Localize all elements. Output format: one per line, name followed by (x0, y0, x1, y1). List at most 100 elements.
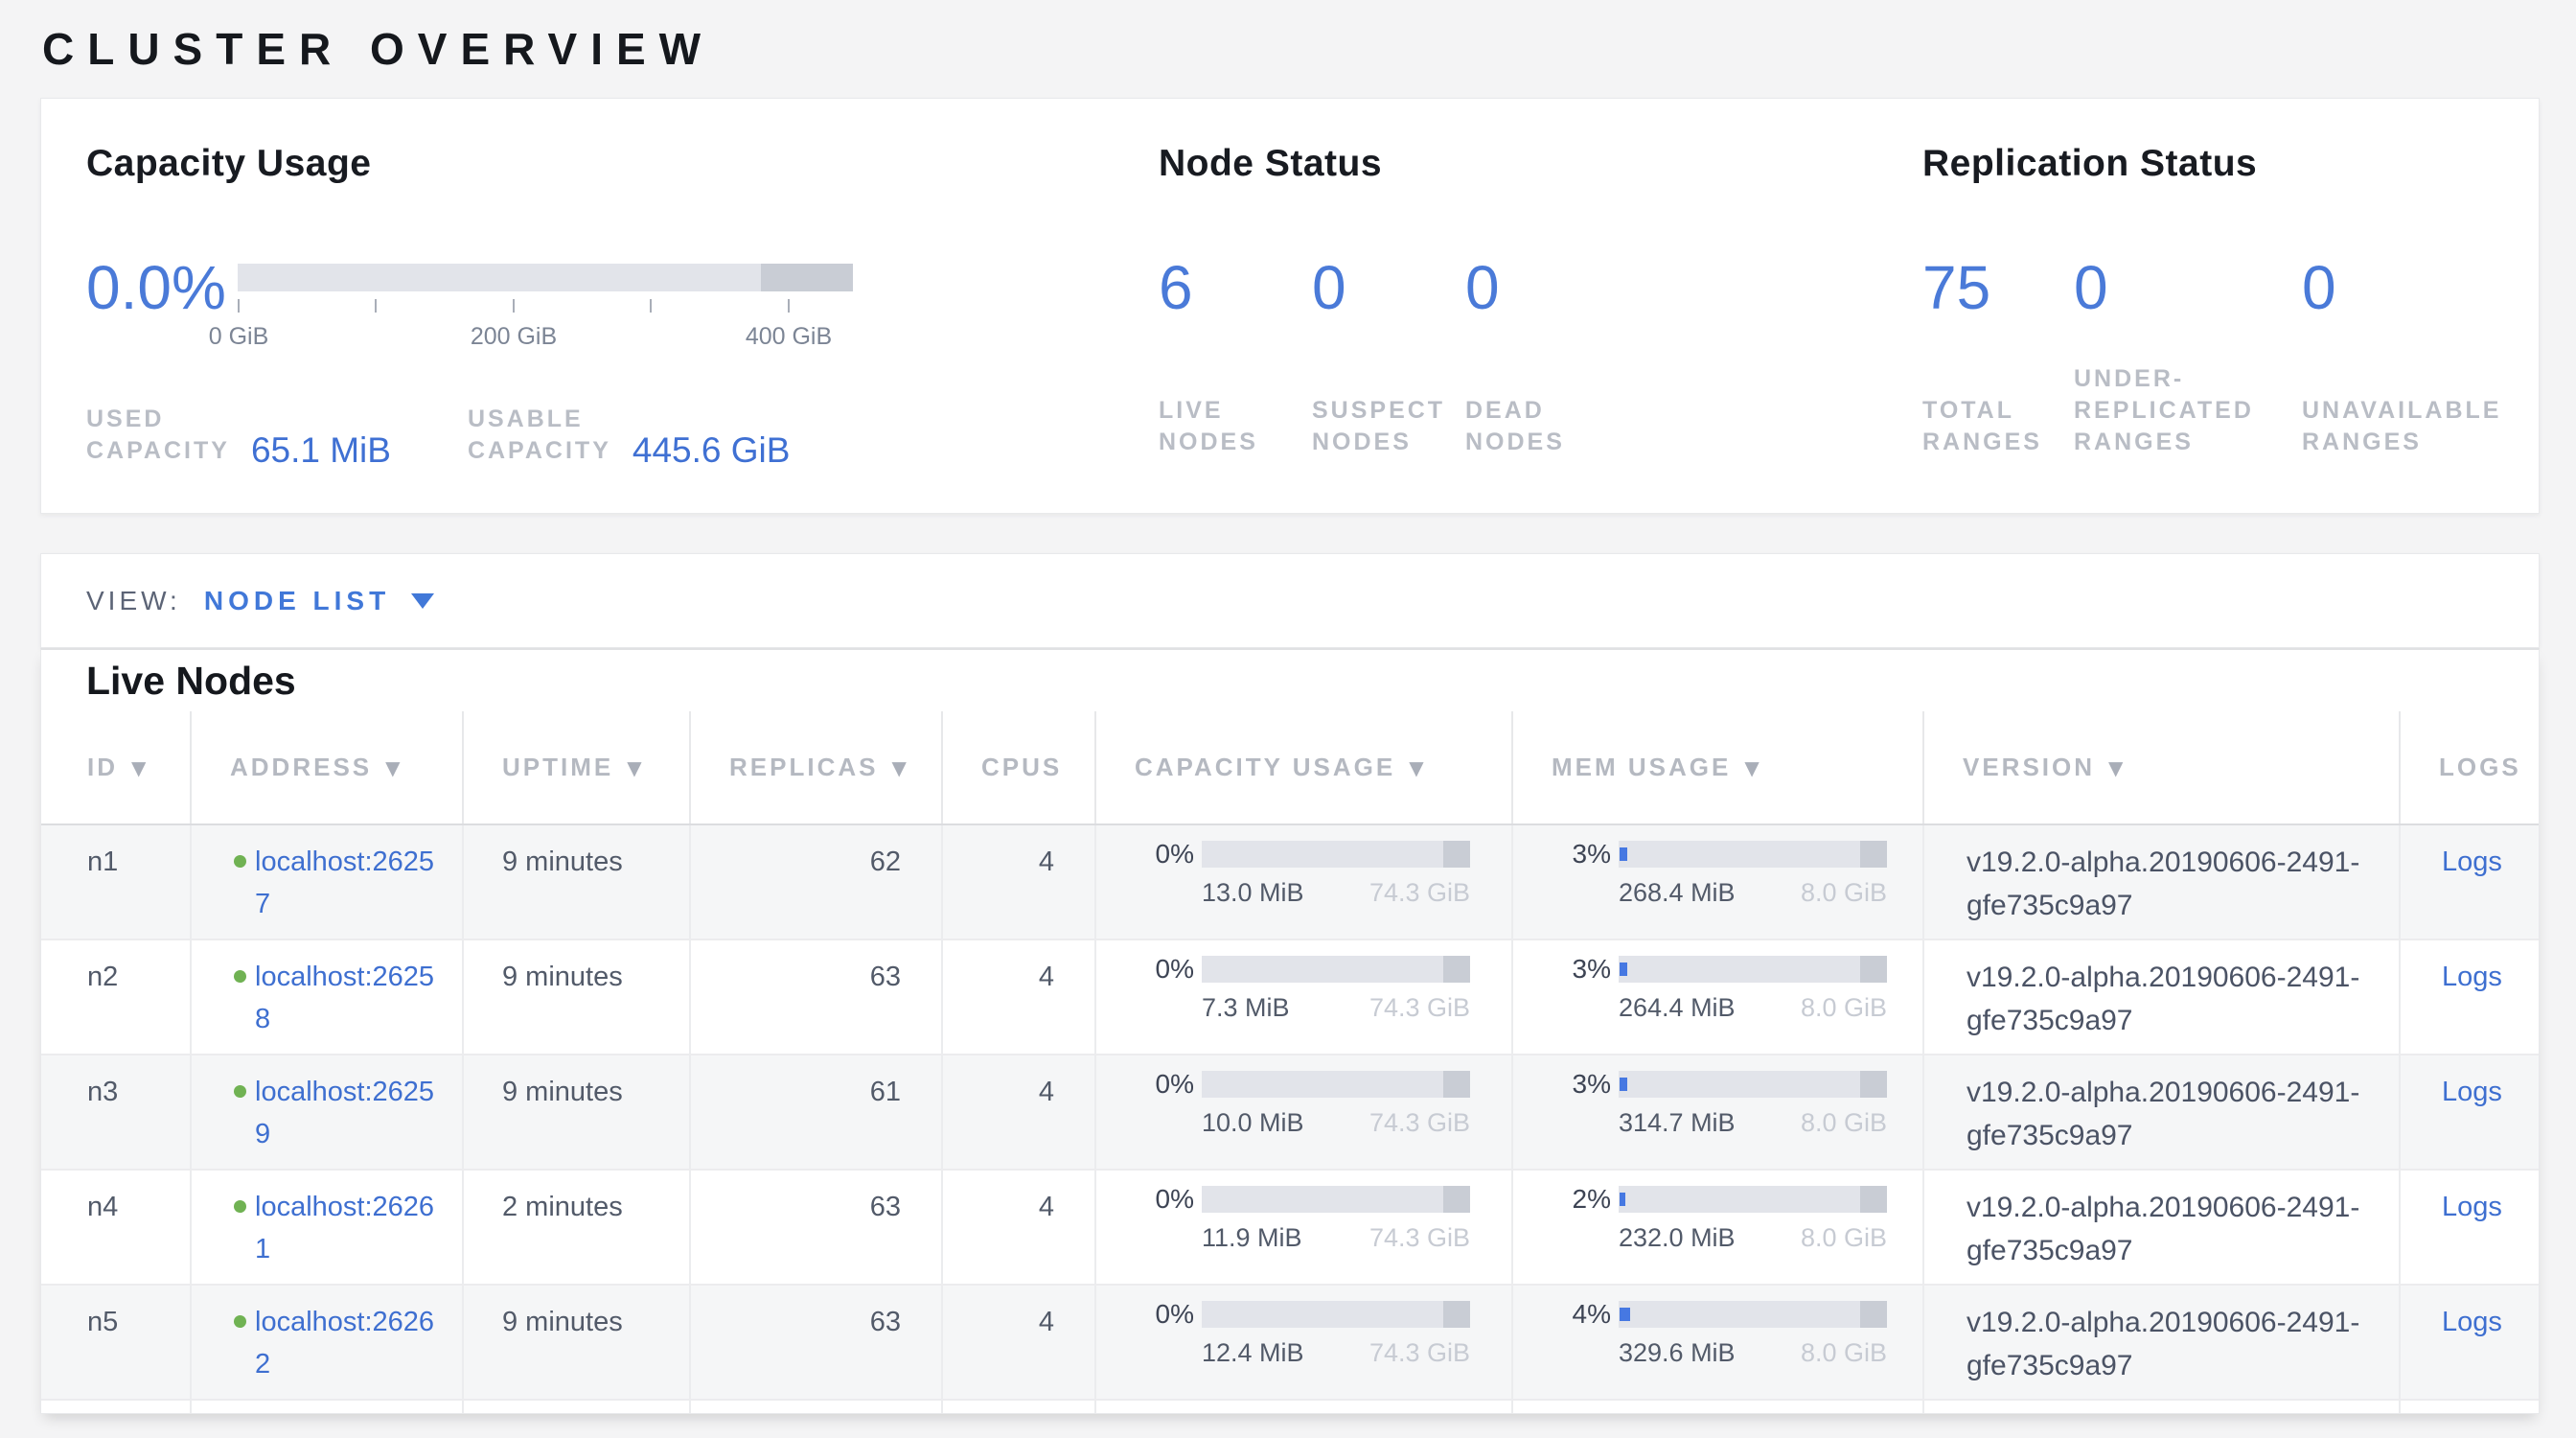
logs-link[interactable]: Logs (2442, 1192, 2502, 1222)
live-nodes-stat: 6 LIVE NODES (1159, 255, 1312, 458)
live-nodes-heading: Live Nodes (86, 656, 2539, 706)
capacity-usage-cell: 0% 10.0 MiB 74.3 GiB (1094, 1055, 1511, 1169)
sort-desc-icon: ▼ (131, 756, 149, 779)
live-status-icon (234, 970, 246, 983)
node-id-cell: n4 (41, 1171, 190, 1284)
capacity-usage-cell: 0% 12.4 MiB 74.3 GiB (1094, 1286, 1511, 1399)
replicas-cell: 63 (689, 940, 941, 1054)
node-address-link[interactable]: localhost:26259 (255, 1071, 439, 1169)
mem-bar-endcap (1860, 956, 1887, 983)
sort-desc-icon: ▼ (385, 756, 402, 779)
column-header-capacity-usage[interactable]: CAPACITY USAGE▼ (1094, 711, 1511, 823)
capacity-used-value: 13.0 MiB (1202, 876, 1304, 909)
unavailable-ranges-value: 0 (2302, 255, 2532, 320)
mem-percent: 2% (1552, 1184, 1611, 1215)
version-cell: v19.2.0-alpha.20190606-2491-gfe735c9a97 (1922, 825, 2399, 939)
capacity-used-value: 10.0 MiB (1202, 1106, 1304, 1139)
mem-usage-cell: 3% 264.4 MiB 8.0 GiB (1511, 940, 1922, 1054)
uptime-cell: 9 minutes (462, 1055, 689, 1169)
unavailable-ranges-stat: 0 UNAVAILABLE RANGES (2302, 255, 2532, 458)
logs-cell: Logs (2399, 1171, 2539, 1284)
view-selected-value: NODE LIST (204, 586, 390, 616)
mem-used-value: 314.7 MiB (1619, 1106, 1736, 1139)
sort-desc-icon: ▼ (1744, 756, 1761, 779)
mem-percent: 3% (1552, 839, 1611, 870)
table-row: n2 localhost:26258 9 minutes 63 4 0% 7.3… (41, 939, 2539, 1054)
replicas-cell: 62 (689, 825, 941, 939)
mem-max-value: 8.0 GiB (1801, 1106, 1887, 1139)
logs-cell: Logs (2399, 940, 2539, 1054)
capacity-bar-endcap (1443, 841, 1470, 868)
mem-bar-fill (1620, 847, 1627, 861)
node-address-cell: localhost:26261 (190, 1171, 462, 1284)
axis-tick-label: 0 GiB (209, 321, 269, 352)
logs-link[interactable]: Logs (2442, 1077, 2502, 1107)
column-header-logs: LOGS (2399, 711, 2539, 823)
column-header-replicas[interactable]: REPLICAS▼ (689, 711, 941, 823)
version-cell: v19.2.0-alpha.20190606-2491-gfe735c9a97 (1922, 940, 2399, 1054)
capacity-usage-cell: 0% 7.3 MiB 74.3 GiB (1094, 940, 1511, 1054)
node-status-heading: Node Status (1159, 141, 1695, 187)
used-capacity-value: 65.1 MiB (251, 431, 391, 470)
version-text: v19.2.0-alpha.20190606-2491-gfe735c9a97 (1966, 1301, 2393, 1387)
mem-used-value: 232.0 MiB (1619, 1221, 1736, 1254)
capacity-used-value: 7.3 MiB (1202, 991, 1290, 1024)
total-ranges-value: 75 (1922, 255, 2074, 320)
cpus-cell: 4 (941, 1286, 1094, 1399)
cpus-cell: 4 (941, 825, 1094, 939)
live-nodes-value: 6 (1159, 255, 1312, 320)
column-header-id[interactable]: ID▼ (41, 711, 190, 823)
stat-label-line: SUSPECT (1312, 395, 1465, 427)
capacity-usage-bar: 0 GiB 200 GiB 400 GiB (238, 264, 853, 354)
mem-bar-fill (1620, 963, 1627, 976)
mem-max-value: 8.0 GiB (1801, 991, 1887, 1024)
logs-link[interactable]: Logs (2442, 1307, 2502, 1337)
axis-tick-label: 200 GiB (471, 321, 557, 352)
under-replicated-ranges-stat: 0 UNDER- REPLICATED RANGES (2074, 255, 2302, 458)
usable-capacity-stat: USABLE CAPACITY 445.6 GiB (468, 404, 791, 467)
capacity-percent: 0% (1135, 1299, 1194, 1330)
version-text: v19.2.0-alpha.20190606-2491-gfe735c9a97 (1966, 1186, 2393, 1272)
capacity-percent: 0% (1135, 1069, 1194, 1100)
mem-bar-fill (1620, 1193, 1625, 1206)
mem-used-value: 268.4 MiB (1619, 876, 1736, 909)
stat-label-line: DEAD (1465, 395, 1619, 427)
sort-desc-icon: ▼ (1409, 756, 1426, 779)
capacity-max-value: 74.3 GiB (1369, 876, 1470, 909)
column-header-version[interactable]: VERSION▼ (1922, 711, 2399, 823)
replicas-cell: 61 (689, 1055, 941, 1169)
logs-link[interactable]: Logs (2442, 962, 2502, 992)
capacity-bar (1202, 956, 1470, 983)
capacity-used-value: 12.4 MiB (1202, 1336, 1304, 1369)
mem-max-value: 8.0 GiB (1801, 876, 1887, 909)
page-title: CLUSTER OVERVIEW (42, 0, 2576, 82)
capacity-usage-section: Capacity Usage 0.0% 0 GiB 200 GiB (86, 99, 930, 513)
mem-percent: 3% (1552, 1069, 1611, 1100)
capacity-max-value: 74.3 GiB (1369, 991, 1470, 1024)
column-header-address[interactable]: ADDRESS▼ (190, 711, 462, 823)
logs-cell: Logs (2399, 1286, 2539, 1399)
stat-label-line: RANGES (2302, 427, 2532, 458)
axis-tick-label: 400 GiB (746, 321, 832, 352)
node-id-cell: n3 (41, 1055, 190, 1169)
table-row: n4 localhost:26261 2 minutes 63 4 0% 11.… (41, 1169, 2539, 1284)
column-header-mem-usage[interactable]: MEM USAGE▼ (1511, 711, 1922, 823)
version-text: v19.2.0-alpha.20190606-2491-gfe735c9a97 (1966, 841, 2393, 927)
node-id-cell: n1 (41, 825, 190, 939)
view-selector-dropdown[interactable]: NODE LIST (204, 586, 434, 616)
node-address-link[interactable]: localhost:26257 (255, 841, 439, 939)
node-address-link[interactable]: localhost:26258 (255, 956, 439, 1054)
table-row-partial (41, 1399, 2539, 1414)
stat-label-line: RANGES (2074, 427, 2302, 458)
node-address-link[interactable]: localhost:26261 (255, 1186, 439, 1284)
mem-used-value: 264.4 MiB (1619, 991, 1736, 1024)
mem-usage-cell: 2% 232.0 MiB 8.0 GiB (1511, 1171, 1922, 1284)
logs-link[interactable]: Logs (2442, 847, 2502, 877)
node-address-link[interactable]: localhost:26262 (255, 1301, 439, 1399)
stat-label-line: UNDER- (2074, 363, 2302, 395)
column-header-uptime[interactable]: UPTIME▼ (462, 711, 689, 823)
node-address-cell: localhost:26259 (190, 1055, 462, 1169)
mem-bar (1619, 1186, 1887, 1213)
capacity-usage-cell: 0% 11.9 MiB 74.3 GiB (1094, 1171, 1511, 1284)
node-status-section: Node Status 6 LIVE NODES 0 SUSPECT NODES… (1159, 99, 1695, 513)
